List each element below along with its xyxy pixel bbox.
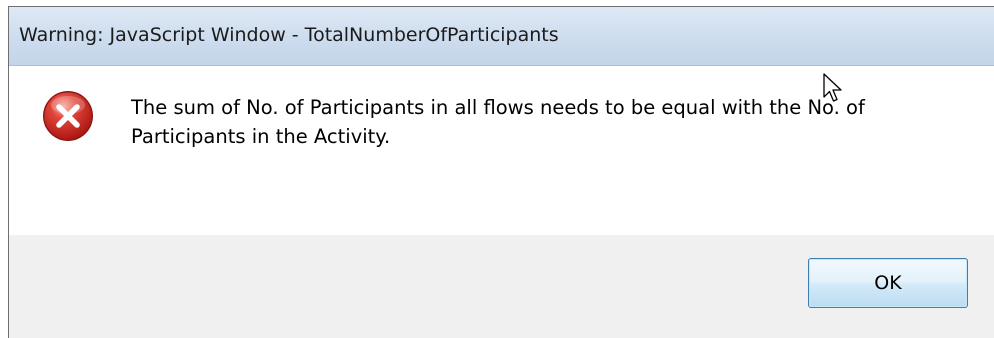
- ok-button[interactable]: OK: [808, 258, 968, 308]
- warning-dialog: Warning: JavaScript Window - TotalNumber…: [8, 6, 994, 338]
- dialog-titlebar[interactable]: Warning: JavaScript Window - TotalNumber…: [9, 7, 994, 66]
- dialog-content: The sum of No. of Participants in all fl…: [9, 66, 994, 235]
- dialog-button-area: OK: [9, 235, 994, 338]
- error-icon: [43, 91, 93, 141]
- dialog-title: Warning: JavaScript Window - TotalNumber…: [19, 24, 559, 46]
- dialog-message: The sum of No. of Participants in all fl…: [131, 96, 865, 148]
- mouse-pointer-icon: [823, 73, 842, 102]
